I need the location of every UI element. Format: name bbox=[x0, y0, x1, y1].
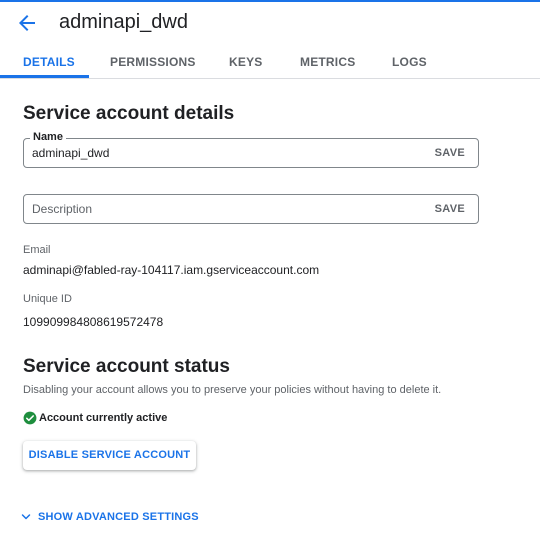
service-account-status-heading: Service account status bbox=[23, 356, 230, 377]
tab-metrics[interactable]: METRICS bbox=[300, 44, 355, 78]
name-field-label: Name bbox=[30, 131, 66, 143]
status-text: Account currently active bbox=[39, 412, 168, 424]
arrow-back-icon bbox=[19, 15, 35, 31]
service-account-details-heading: Service account details bbox=[23, 103, 235, 124]
description-save-button[interactable]: SAVE bbox=[435, 203, 465, 215]
name-input[interactable] bbox=[32, 144, 422, 162]
back-button[interactable] bbox=[14, 11, 40, 35]
active-tab-indicator bbox=[0, 75, 89, 78]
name-field: Name SAVE bbox=[23, 131, 479, 168]
email-value: adminapi@fabled-ray-104117.iam.gservicea… bbox=[23, 263, 320, 277]
name-save-button[interactable]: SAVE bbox=[435, 147, 465, 159]
unique-id-label: Unique ID bbox=[23, 293, 72, 305]
tab-permissions[interactable]: PERMISSIONS bbox=[110, 44, 196, 78]
status-description: Disabling your account allows you to pre… bbox=[23, 384, 442, 396]
description-field: SAVE bbox=[23, 194, 479, 224]
check-circle-icon bbox=[23, 411, 37, 425]
show-advanced-settings-label: SHOW ADVANCED SETTINGS bbox=[38, 511, 199, 523]
disable-service-account-button[interactable]: DISABLE SERVICE ACCOUNT bbox=[23, 441, 196, 470]
unique-id-value: 109909984808619572478 bbox=[23, 315, 164, 329]
tab-details[interactable]: DETAILS bbox=[23, 44, 75, 78]
page-header: adminapi_dwd bbox=[0, 2, 540, 42]
email-label: Email bbox=[23, 244, 51, 256]
tab-logs[interactable]: LOGS bbox=[392, 44, 427, 78]
tab-bar: DETAILS PERMISSIONS KEYS METRICS LOGS bbox=[0, 44, 540, 79]
chevron-down-icon bbox=[21, 514, 31, 520]
page-title: adminapi_dwd bbox=[59, 11, 188, 33]
tab-keys[interactable]: KEYS bbox=[229, 44, 262, 78]
description-input[interactable] bbox=[32, 200, 422, 218]
